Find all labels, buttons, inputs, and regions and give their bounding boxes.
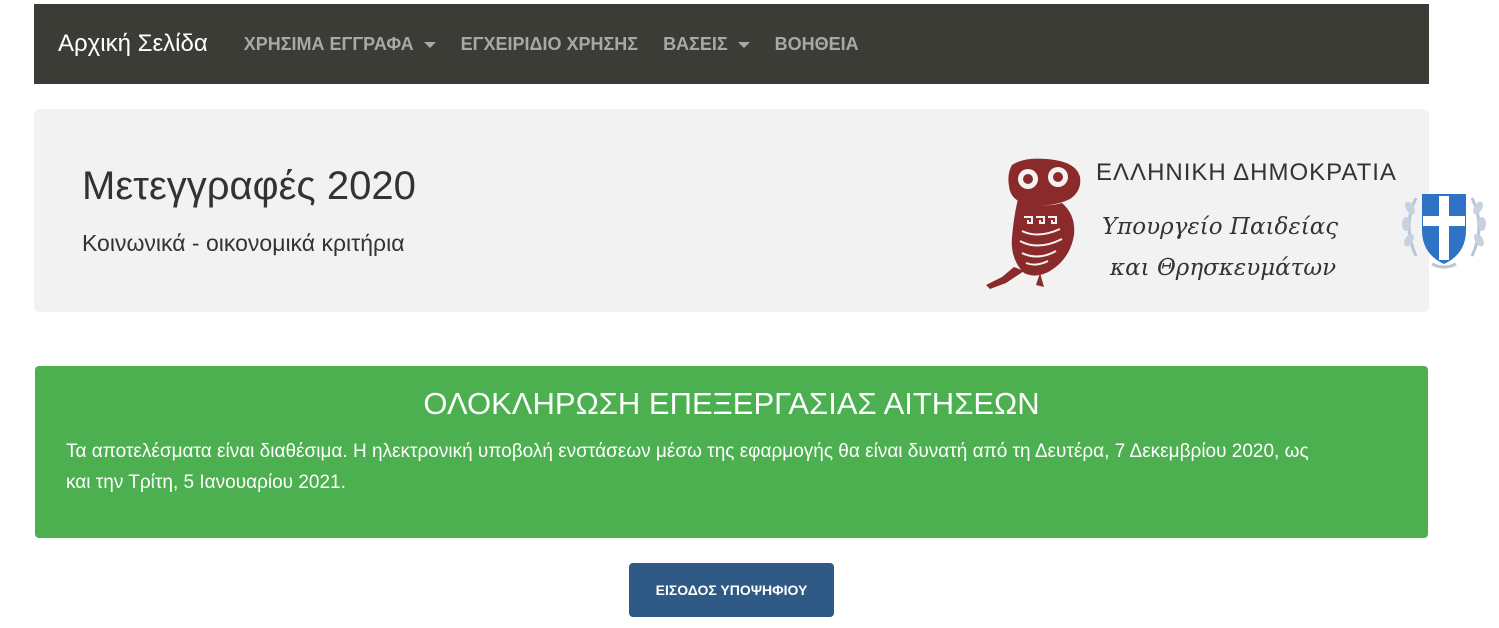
page-subtitle: Κοινωνικά - οικονομικά κριτήρια — [82, 230, 405, 256]
nav-item-bases[interactable]: ΒΑΣΕΙΣ — [663, 34, 750, 55]
nav-item-label: ΒΑΣΕΙΣ — [663, 33, 728, 54]
logo-republic-text: ΕΛΛΗΝΙΚΗ ΔΗΜΟΚΡΑΤΙΑ — [1096, 159, 1397, 186]
nav-item-label: ΒΟΗΘΕΙΑ — [774, 33, 859, 54]
alert-title: ΟΛΟΚΛΗΡΩΣΗ ΕΠΕΞΕΡΓΑΣΙΑΣ ΑΙΤΗΣΕΩΝ — [423, 386, 1040, 421]
greek-coat-of-arms-icon — [1402, 194, 1486, 269]
navbar-brand-home-link[interactable]: Αρχική Σελίδα — [58, 30, 208, 58]
ministry-logo: ΕΛΛΗΝΙΚΗ ΔΗΜΟΚΡΑΤΙΑ Υπουργείο Παιδείας κ… — [984, 149, 1424, 299]
chevron-down-icon — [737, 42, 750, 48]
page-title: Μετεγγραφές 2020 — [82, 164, 416, 208]
nav-item-useful-documents[interactable]: ΧΡΗΣΙΜΑ ΕΓΓΡΑΦΑ — [244, 34, 436, 55]
status-alert: ΟΛΟΚΛΗΡΩΣΗ ΕΠΕΞΕΡΓΑΣΙΑΣ ΑΙΤΗΣΕΩΝ Τα αποτ… — [35, 366, 1428, 538]
nav-item-label: ΕΓΧΕΙΡΙΔΙΟ ΧΡΗΣΗΣ — [460, 33, 639, 54]
logo-ministry-text-line1: Υπουργείο Παιδείας — [1102, 214, 1339, 240]
candidate-login-button[interactable]: ΕΙΣΟΔΟΣ ΥΠΟΨΗΦΙΟΥ — [629, 563, 834, 617]
header-jumbotron: Μετεγγραφές 2020 Κοινωνικά - οικονομικά … — [34, 109, 1429, 312]
alert-message: Τα αποτελέσματα είναι διαθέσιμα. Η ηλεκτ… — [66, 441, 1309, 493]
logo-ministry-text-line2: και Θρησκευμάτων — [1110, 255, 1337, 281]
owl-icon — [986, 158, 1081, 289]
nav-item-label: ΧΡΗΣΙΜΑ ΕΓΓΡΑΦΑ — [243, 33, 414, 54]
top-navbar: Αρχική Σελίδα ΧΡΗΣΙΜΑ ΕΓΓΡΑΦΑ ΕΓΧΕΙΡΙΔΙΟ… — [34, 4, 1429, 84]
nav-item-user-manual[interactable]: ΕΓΧΕΙΡΙΔΙΟ ΧΡΗΣΗΣ — [461, 34, 638, 55]
nav-item-help[interactable]: ΒΟΗΘΕΙΑ — [775, 34, 859, 55]
chevron-down-icon — [423, 42, 436, 48]
